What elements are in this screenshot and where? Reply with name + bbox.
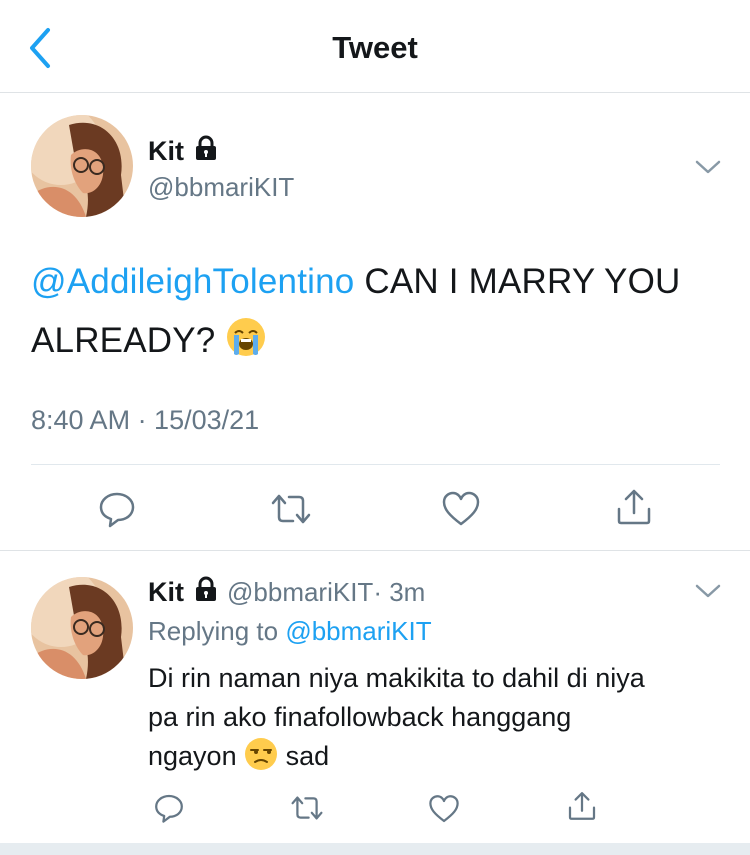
reply-line: Di rin naman niya makikita to dahil di n… <box>148 663 645 693</box>
avatar[interactable] <box>31 115 133 217</box>
tweet-timestamp[interactable]: 8:40 AM · 15/03/21 <box>31 405 259 436</box>
tweet-text: @AddileighTolentino CAN I MARRY YOU ALRE… <box>31 252 711 376</box>
reply-line: pa rin ako finafollowback hanggang <box>148 702 572 732</box>
reply-icon[interactable] <box>97 489 137 534</box>
replying-handle-link[interactable]: @bbmariKIT <box>285 616 431 646</box>
mention-link[interactable]: @AddileighTolentino <box>31 262 354 301</box>
retweet-icon[interactable] <box>289 792 325 829</box>
share-icon[interactable] <box>566 790 598 827</box>
author-name-text: Kit <box>148 136 184 166</box>
reply-line-text: sad <box>278 741 330 771</box>
reply-author-name: Kit <box>148 577 184 607</box>
reply-line: ngayon sad <box>148 737 718 782</box>
reply-time: · 3m <box>373 577 426 607</box>
bottom-strip <box>0 843 750 855</box>
lock-icon <box>193 576 219 609</box>
divider <box>31 464 720 465</box>
author-name[interactable]: Kit <box>148 135 219 168</box>
like-icon[interactable] <box>428 793 460 830</box>
reply-line-text: ngayon <box>148 741 245 771</box>
replying-prefix: Replying to <box>148 616 286 646</box>
loudly-crying-face-icon <box>225 316 267 376</box>
unamused-face-icon <box>244 737 278 782</box>
lock-icon <box>193 135 219 168</box>
like-icon[interactable] <box>441 489 481 534</box>
chevron-down-icon[interactable] <box>694 582 722 605</box>
reply-icon[interactable] <box>153 792 185 829</box>
reply-author[interactable]: Kit @bbmariKIT · 3m <box>148 576 425 609</box>
share-icon[interactable] <box>614 487 654 532</box>
replying-to: Replying to @bbmariKIT <box>148 616 432 647</box>
reply-avatar[interactable] <box>31 577 133 679</box>
reply-handle[interactable]: @bbmariKIT <box>227 577 373 608</box>
retweet-icon[interactable] <box>269 489 313 534</box>
page-title: Tweet <box>332 30 418 65</box>
author-handle[interactable]: @bbmariKIT <box>148 172 294 203</box>
reply-text: Di rin naman niya makikita to dahil di n… <box>148 659 718 782</box>
section-separator <box>0 550 750 551</box>
chevron-down-icon[interactable] <box>694 158 722 181</box>
